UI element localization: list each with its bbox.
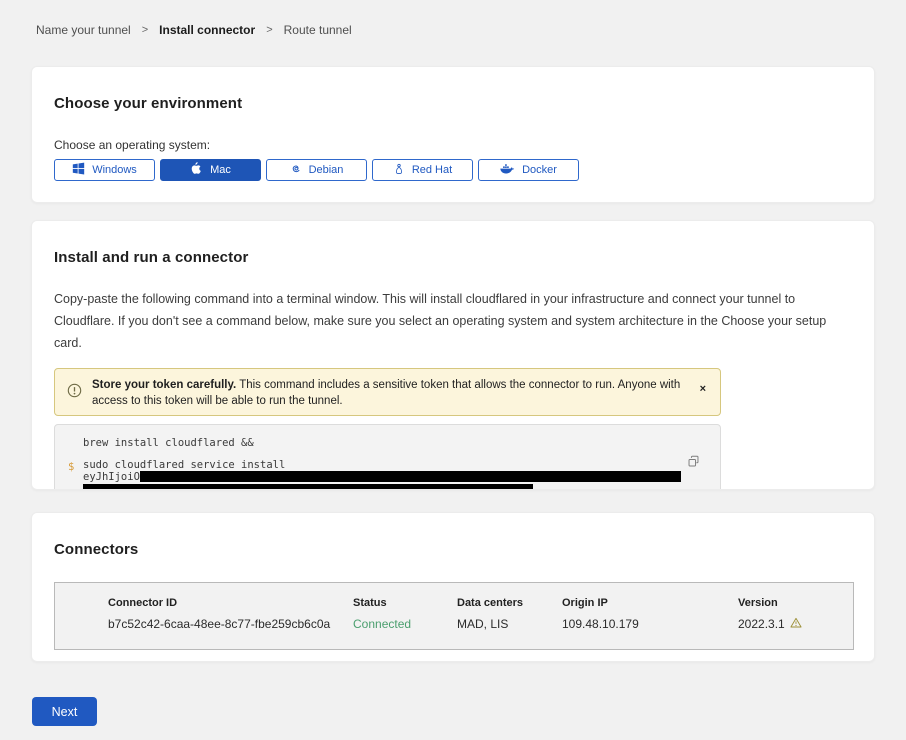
connector-card: Install and run a connector Copy-paste t… xyxy=(31,220,875,490)
os-button-mac[interactable]: Mac xyxy=(160,159,261,181)
breadcrumb-separator: > xyxy=(266,24,272,36)
breadcrumb-install-connector[interactable]: Install connector xyxy=(159,23,255,37)
redhat-logo-icon xyxy=(393,163,405,178)
os-select-label: Choose an operating system: xyxy=(54,138,852,152)
column-header-status: Status xyxy=(353,597,457,609)
connectors-card-title: Connectors xyxy=(54,541,852,558)
column-header-origin-ip: Origin IP xyxy=(562,597,738,609)
connector-card-title: Install and run a connector xyxy=(54,249,852,266)
os-button-label: Docker xyxy=(522,164,557,176)
os-button-label: Windows xyxy=(92,164,137,176)
os-button-debian[interactable]: Debian xyxy=(266,159,367,181)
environment-card-title: Choose your environment xyxy=(54,95,852,112)
apple-logo-icon xyxy=(190,162,203,178)
version-value: 2022.3.1 xyxy=(738,617,853,631)
status-badge: Connected xyxy=(353,617,457,631)
data-centers-value: MAD, LIS xyxy=(457,617,562,631)
connectors-table: Connector ID Status Data centers Origin … xyxy=(54,582,854,650)
os-button-label: Debian xyxy=(309,164,344,176)
token-warning-text: Store your token carefully. This command… xyxy=(92,377,690,409)
breadcrumb-name-your-tunnel[interactable]: Name your tunnel xyxy=(36,23,131,37)
alert-circle-icon xyxy=(67,383,82,403)
code-line-token: eyJhIjoiO xyxy=(83,471,704,484)
connectors-card: Connectors Connector ID Status Data cent… xyxy=(31,512,875,662)
close-icon[interactable]: × xyxy=(700,384,706,395)
code-line-sudo: sudo cloudflared service install xyxy=(83,460,704,472)
windows-logo-icon xyxy=(72,162,85,178)
warning-triangle-icon xyxy=(790,617,802,631)
token-warning-banner: Store your token carefully. This command… xyxy=(54,368,721,416)
os-button-redhat[interactable]: Red Hat xyxy=(372,159,473,181)
os-button-group: Windows Mac Debian Red Hat Docker xyxy=(54,159,852,181)
code-line-brew: brew install cloudflared && xyxy=(83,438,704,450)
origin-ip-value: 109.48.10.179 xyxy=(562,617,738,631)
os-button-windows[interactable]: Windows xyxy=(54,159,155,181)
connector-id-value: b7c52c42-6caa-48ee-8c77-fbe259cb6c0a xyxy=(108,617,353,631)
breadcrumb-route-tunnel[interactable]: Route tunnel xyxy=(284,23,352,37)
column-header-connector-id: Connector ID xyxy=(108,597,353,609)
environment-card: Choose your environment Choose an operat… xyxy=(31,66,875,203)
token-redaction-bar xyxy=(83,484,533,491)
connector-description: Copy-paste the following command into a … xyxy=(54,288,852,354)
copy-icon[interactable] xyxy=(687,455,700,468)
os-button-docker[interactable]: Docker xyxy=(478,159,579,181)
column-header-version: Version xyxy=(738,597,853,609)
column-header-data-centers: Data centers xyxy=(457,597,562,609)
debian-swirl-icon xyxy=(290,163,302,178)
next-button[interactable]: Next xyxy=(32,697,97,726)
docker-whale-icon xyxy=(500,163,515,177)
token-warning-title: Store your token carefully. xyxy=(92,379,236,391)
os-button-label: Red Hat xyxy=(412,164,452,176)
code-line-token-2 xyxy=(83,484,704,491)
os-button-label: Mac xyxy=(210,164,231,176)
breadcrumb-separator: > xyxy=(142,24,148,36)
token-redaction-bar xyxy=(140,471,681,482)
shell-prompt: $ xyxy=(68,461,74,473)
install-command-codeblock: brew install cloudflared && $ sudo cloud… xyxy=(54,424,721,490)
breadcrumb: Name your tunnel > Install connector > R… xyxy=(36,23,352,37)
